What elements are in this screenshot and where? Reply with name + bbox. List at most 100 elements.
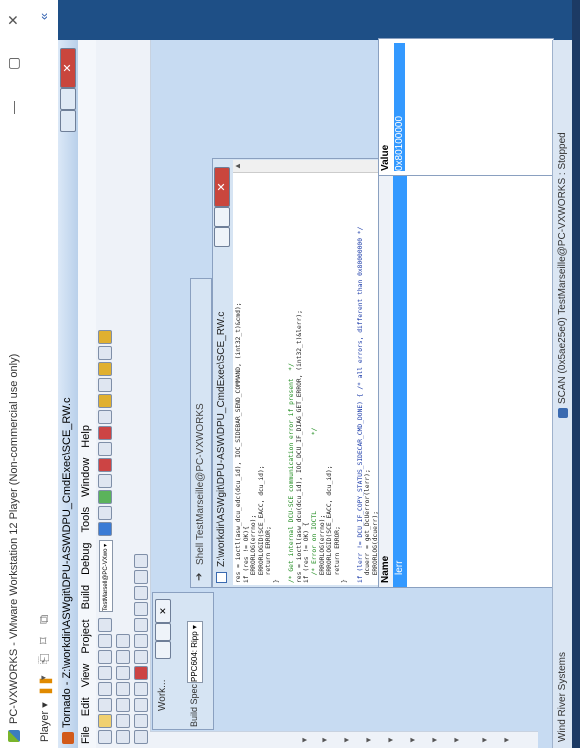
- menu-debug[interactable]: Debug: [80, 543, 92, 575]
- send-ctrl-alt-del-icon[interactable]: ⎗: [36, 654, 52, 664]
- workspace-minimize-button[interactable]: [155, 641, 171, 659]
- paste-icon[interactable]: [98, 650, 112, 664]
- target-icon[interactable]: [98, 378, 112, 392]
- config-icon[interactable]: [98, 346, 112, 360]
- bookmark-icon[interactable]: [116, 666, 130, 680]
- prev-bookmark-icon[interactable]: [116, 634, 130, 648]
- find-icon[interactable]: [98, 618, 112, 632]
- toolbar-3-buttons: [134, 552, 153, 744]
- step-over-icon[interactable]: [134, 714, 148, 728]
- workspace-window: Work... ✕ Build Spec PPC604: Ripp ▾: [152, 592, 214, 730]
- menu-tools[interactable]: Tools: [80, 507, 92, 533]
- menu-view[interactable]: View: [80, 664, 92, 688]
- breakpoint-gutter: ▼ ▼ ▼ ▼ ▼ ▼ ▼ ▼ ▼ ▼: [150, 731, 538, 748]
- status-center: SCAN (0x5ae25e0) TestMarseille@PC-VXWORK…: [557, 132, 568, 404]
- outdent-icon[interactable]: [116, 714, 130, 728]
- step-into-icon[interactable]: [134, 730, 148, 744]
- cut-icon[interactable]: [98, 682, 112, 696]
- fit-window-icon[interactable]: ⌑: [36, 637, 52, 644]
- open-file-icon[interactable]: [98, 714, 112, 728]
- build-spec-combo[interactable]: PPC604: Ripp ▾: [187, 621, 203, 683]
- menu-file[interactable]: File: [80, 726, 92, 744]
- menu-edit[interactable]: Edit: [80, 697, 92, 716]
- registers-icon[interactable]: [134, 618, 148, 632]
- target-combo[interactable]: TestMarsell@PC-VXwo ▾: [99, 540, 113, 612]
- copy-icon[interactable]: [98, 666, 112, 680]
- mixed-mode-icon[interactable]: [134, 570, 148, 584]
- watch-col-name[interactable]: Name: [380, 556, 391, 583]
- player-menu[interactable]: Player ▾: [38, 702, 51, 742]
- tornado-maximize-button[interactable]: [60, 88, 76, 110]
- code-line: return ERROR;: [333, 526, 341, 583]
- vmware-title: PC-VXWORKS - VMware Workstation 12 Playe…: [8, 353, 20, 724]
- backtrace-icon[interactable]: [134, 586, 148, 600]
- build-spec-label: Build Spec: [189, 683, 199, 727]
- code-line: ERRORLOG(errno);: [250, 514, 258, 583]
- attach-icon[interactable]: [98, 410, 112, 424]
- vmware-minimize-button[interactable]: —: [6, 101, 21, 114]
- shell-icon[interactable]: [98, 458, 112, 472]
- workspace-close-button[interactable]: ✕: [155, 599, 171, 623]
- unity-icon[interactable]: ⧉: [36, 615, 52, 624]
- vxsim-icon[interactable]: [98, 362, 112, 376]
- vmware-close-button[interactable]: ✕: [5, 14, 22, 26]
- gutter-arrow-icon: ▼: [364, 736, 373, 744]
- print-icon[interactable]: [98, 634, 112, 648]
- tornado-toolbar-2: [114, 40, 133, 748]
- tornado-title: Tornado - Z:\workdir\ASWgit\DPU-ASW\DPU_…: [61, 397, 73, 728]
- menu-project[interactable]: Project: [80, 619, 92, 653]
- menu-help[interactable]: Help: [80, 425, 92, 448]
- workspace-maximize-button[interactable]: [155, 623, 171, 641]
- editor-minimize-button[interactable]: [214, 227, 230, 247]
- gutter-arrow-icon: ▼: [452, 736, 461, 744]
- browser-icon[interactable]: [98, 474, 112, 488]
- stop-icon[interactable]: [98, 506, 112, 520]
- vmware-logo-icon: [8, 730, 20, 742]
- gutter-arrow-icon: ▼: [408, 736, 417, 744]
- watch-col-value[interactable]: Value: [380, 145, 391, 171]
- uncomment-icon[interactable]: [116, 682, 130, 696]
- code-line: if (res != OK) {: [303, 522, 311, 583]
- indent-icon[interactable]: [116, 730, 130, 744]
- new-file-icon[interactable]: [98, 730, 112, 744]
- detach-icon[interactable]: [98, 394, 112, 408]
- continue-icon[interactable]: [134, 682, 148, 696]
- collapse-icon[interactable]: «: [36, 13, 51, 20]
- tornado-toolbar-3: [132, 40, 151, 748]
- status-bar: Wind River Systems SCAN (0x5ae25e0) Test…: [552, 40, 573, 748]
- locals-icon[interactable]: [134, 634, 148, 648]
- gutter-arrow-icon: ▼: [342, 736, 351, 744]
- reboot-icon[interactable]: [98, 426, 112, 440]
- help-icon[interactable]: [98, 330, 112, 344]
- tornado-close-button[interactable]: ✕: [60, 48, 76, 88]
- gutter-arrow-icon: ▼: [320, 736, 329, 744]
- breakpoint-icon[interactable]: [134, 666, 148, 680]
- shell-icon: ➔: [194, 572, 205, 581]
- editor-maximize-button[interactable]: [214, 207, 230, 227]
- pause-dropdown-icon[interactable]: ▾: [38, 675, 49, 680]
- launch-icon[interactable]: [98, 442, 112, 456]
- vmware-maximize-button[interactable]: ▢: [5, 57, 22, 70]
- run-icon[interactable]: [98, 522, 112, 536]
- code-line: res = ioctl(asw_dcu(dcu_id), IOC_DCU_IF_…: [295, 310, 303, 583]
- taskbar: [572, 0, 580, 748]
- code-line: ERRORLOGID(SCE_EACC, dcu_id);: [257, 465, 265, 583]
- menu-window[interactable]: Window: [80, 458, 92, 497]
- scroll-up-icon[interactable]: ▲: [233, 162, 242, 170]
- memory-icon[interactable]: [134, 602, 148, 616]
- menu-build[interactable]: Build: [80, 585, 92, 609]
- gutter-arrow-icon: ▼: [386, 736, 395, 744]
- tornado-minimize-button[interactable]: [60, 110, 76, 132]
- watch-row-name: lerr: [394, 560, 405, 575]
- editor-close-button[interactable]: ✕: [214, 167, 230, 207]
- comment-icon[interactable]: [116, 698, 130, 712]
- watch-icon[interactable]: [134, 650, 148, 664]
- debug-icon[interactable]: [98, 490, 112, 504]
- code-line: if (lerr != DCU_IF_COPY_STATUS_SIDECAR_C…: [356, 226, 364, 583]
- code-line: return ERROR;: [265, 526, 273, 583]
- save-icon[interactable]: [98, 698, 112, 712]
- step-out-icon[interactable]: [134, 698, 148, 712]
- next-bookmark-icon[interactable]: [116, 650, 130, 664]
- gutter-arrow-icon: ▼: [300, 736, 309, 744]
- disassembly-icon[interactable]: [134, 554, 148, 568]
